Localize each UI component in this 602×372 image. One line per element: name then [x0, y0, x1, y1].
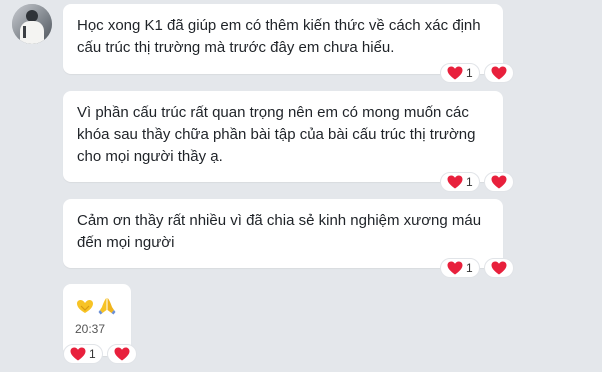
add-reaction-button[interactable]	[483, 172, 514, 192]
emoji-row	[63, 284, 131, 316]
sender-avatar[interactable]	[12, 4, 52, 44]
message-text: Cảm ơn thầy rất nhiều vì đã chia sẻ kinh…	[77, 212, 482, 251]
heart-icon	[70, 347, 86, 361]
heart-icon	[491, 261, 507, 275]
reaction-pill[interactable]: 1	[63, 344, 103, 364]
heart-icon	[114, 347, 130, 361]
heart-icon	[447, 175, 463, 189]
heart-hands-emoji-icon	[77, 300, 93, 313]
add-reaction-button[interactable]	[106, 344, 137, 364]
message-bubble[interactable]: Cảm ơn thầy rất nhiều vì đã chia sẻ kinh…	[63, 199, 503, 268]
message-reactions: 1	[440, 172, 514, 192]
reaction-count: 1	[466, 175, 473, 189]
reaction-pill[interactable]: 1	[440, 258, 480, 278]
reaction-count: 1	[89, 347, 96, 361]
message-reactions: 1	[440, 258, 514, 278]
message-reactions: 1	[63, 344, 137, 364]
message-text: Học xong K1 đã giúp em có thêm kiến thức…	[77, 17, 481, 56]
message-reactions: 1	[440, 63, 514, 83]
heart-icon	[447, 261, 463, 275]
heart-icon	[447, 66, 463, 80]
heart-icon	[491, 66, 507, 80]
message-text: Vì phần cấu trúc rất quan trọng nên em c…	[77, 104, 476, 165]
reaction-pill[interactable]: 1	[440, 63, 480, 83]
add-reaction-button[interactable]	[483, 63, 514, 83]
message-bubble[interactable]: Vì phần cấu trúc rất quan trọng nên em c…	[63, 91, 503, 182]
message-timestamp: 20:37	[75, 322, 106, 336]
reaction-count: 1	[466, 261, 473, 275]
heart-icon	[491, 175, 507, 189]
reaction-pill[interactable]: 1	[440, 172, 480, 192]
message-bubble[interactable]: Học xong K1 đã giúp em có thêm kiến thức…	[63, 4, 503, 74]
folded-hands-emoji-icon	[98, 298, 116, 315]
add-reaction-button[interactable]	[483, 258, 514, 278]
reaction-count: 1	[466, 66, 473, 80]
